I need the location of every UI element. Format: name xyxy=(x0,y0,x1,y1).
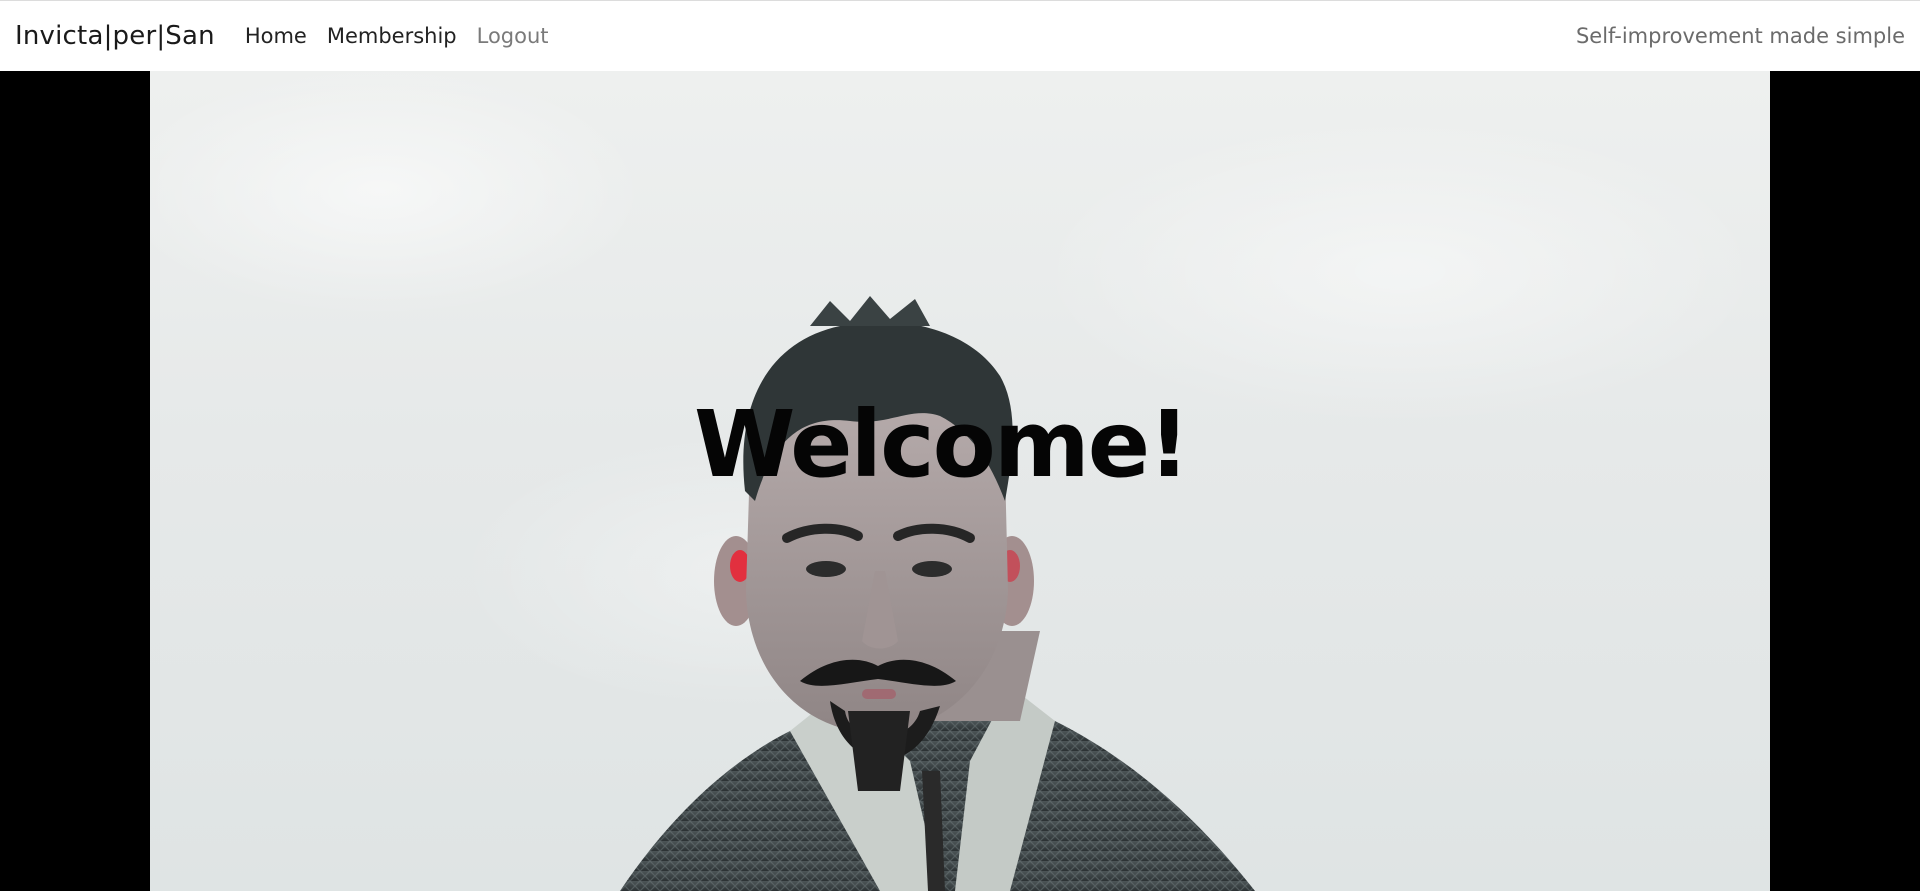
hero-background: Welcome! xyxy=(150,71,1770,891)
nav-home-link[interactable]: Home xyxy=(245,24,307,48)
navbar: Invicta|per|San Home Membership Logout S… xyxy=(0,0,1920,71)
nav-links: Home Membership Logout xyxy=(245,24,569,48)
nav-logout-link[interactable]: Logout xyxy=(477,24,549,48)
tagline: Self-improvement made simple xyxy=(1575,24,1905,48)
hero-section: Welcome! xyxy=(0,71,1920,891)
welcome-heading: Welcome! xyxy=(693,391,1190,498)
nav-membership-link[interactable]: Membership xyxy=(327,24,457,48)
brand-logo-link[interactable]: Invicta|per|San xyxy=(15,21,215,51)
